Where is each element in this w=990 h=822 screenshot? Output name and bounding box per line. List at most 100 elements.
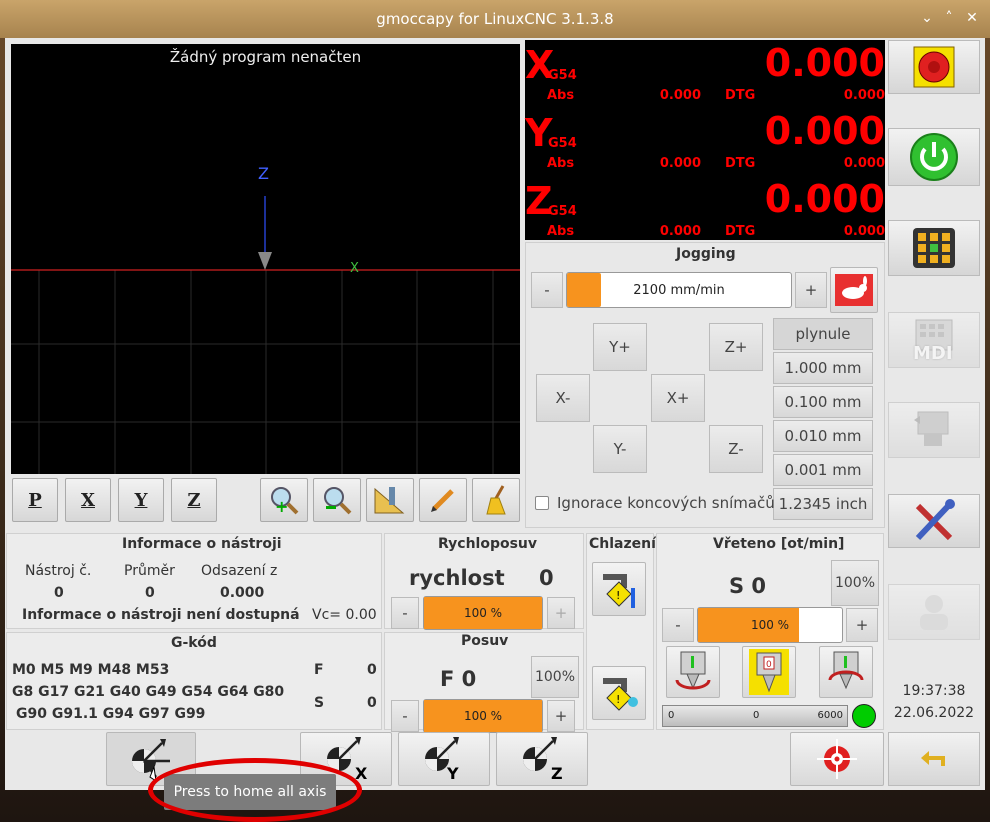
increment-continuous-button[interactable]: plynule bbox=[773, 318, 873, 350]
mist-coolant-button[interactable]: ! bbox=[592, 666, 646, 720]
spindle-minus-button[interactable]: - bbox=[662, 608, 694, 642]
touch-off-button[interactable] bbox=[790, 732, 884, 786]
measure-button[interactable] bbox=[366, 478, 414, 522]
feed-percent: 100 % bbox=[463, 709, 503, 723]
jog-y-plus-label: Y+ bbox=[609, 338, 631, 356]
spindle-reverse-icon bbox=[828, 651, 864, 690]
tool-info-message: Informace o nástroji není dostupná bbox=[22, 607, 300, 623]
jog-speed-minus-label: - bbox=[544, 281, 550, 299]
increment-0-001mm-button[interactable]: 0.001 mm bbox=[773, 454, 873, 486]
increment-1mm-label: 1.000 mm bbox=[784, 359, 862, 377]
back-button[interactable] bbox=[888, 732, 980, 786]
settings-button[interactable] bbox=[888, 494, 980, 548]
rapid-plus-label: + bbox=[554, 604, 568, 622]
z-axis-label: Z bbox=[258, 164, 269, 183]
view-x-button[interactable]: X bbox=[65, 478, 111, 522]
spindle-100-button[interactable]: 100% bbox=[831, 560, 879, 606]
jog-z-minus-button[interactable]: Z- bbox=[709, 425, 763, 473]
auto-mode-button[interactable] bbox=[888, 402, 980, 458]
zoom-in-button[interactable]: + bbox=[260, 478, 308, 522]
clear-plot-button[interactable] bbox=[472, 478, 520, 522]
dro-z-abs-label: Abs bbox=[547, 224, 575, 239]
rapid-plus-button[interactable]: + bbox=[547, 597, 575, 629]
tools-icon bbox=[915, 499, 955, 541]
svg-text:+: + bbox=[275, 497, 288, 516]
ignore-limits-checkbox[interactable] bbox=[535, 496, 549, 510]
home-z-button[interactable]: Z bbox=[496, 732, 588, 786]
dro-z-abs-value: 0.000 bbox=[659, 224, 701, 239]
rapid-percent: 100 % bbox=[463, 606, 503, 620]
increment-0-001mm-label: 0.001 mm bbox=[784, 461, 862, 479]
edit-button[interactable] bbox=[419, 478, 467, 522]
flood-coolant-icon: ! bbox=[603, 574, 635, 608]
power-icon bbox=[910, 133, 958, 181]
spindle-reverse-button[interactable] bbox=[819, 646, 873, 698]
spindle-minus-label: - bbox=[675, 616, 681, 634]
jog-x-plus-button[interactable]: X+ bbox=[651, 374, 705, 422]
jog-y-minus-label: Y- bbox=[613, 440, 627, 458]
chevron-up-icon[interactable]: ˄ bbox=[940, 9, 958, 27]
back-arrow-icon bbox=[921, 751, 945, 766]
spindle-stop-button[interactable]: 0 bbox=[742, 646, 796, 698]
tool-info-title: Informace o nástroji bbox=[122, 536, 282, 552]
gcode-f-value: 0 bbox=[367, 662, 377, 678]
spindle-stop-icon: 0 bbox=[749, 649, 789, 695]
gcode-line-1: M0 M5 M9 M48 M53 bbox=[12, 662, 170, 678]
dro-y-abs-value: 0.000 bbox=[659, 156, 701, 171]
feed-100-label: 100% bbox=[534, 669, 576, 685]
clock-date: 22.06.2022 bbox=[893, 705, 975, 721]
jog-y-minus-button[interactable]: Y- bbox=[593, 425, 647, 473]
feed-slider[interactable]: 100 % bbox=[423, 699, 543, 733]
preview-grid bbox=[11, 196, 520, 474]
user-tabs-button[interactable] bbox=[888, 584, 980, 640]
spindle-title: Vřeteno [ot/min] bbox=[713, 536, 845, 552]
jog-speed-plus-label: + bbox=[804, 281, 818, 299]
gcode-line-2: G8 G17 G21 G40 G49 G54 G64 G80 bbox=[12, 684, 285, 700]
turtle-rabbit-button[interactable] bbox=[830, 267, 878, 313]
zoom-out-button[interactable] bbox=[313, 478, 361, 522]
feed-plus-button[interactable]: + bbox=[547, 700, 575, 732]
tool-diameter-header: Průměr bbox=[124, 563, 175, 579]
jog-z-plus-button[interactable]: Z+ bbox=[709, 323, 763, 371]
view-y-button[interactable]: Y bbox=[118, 478, 164, 522]
view-p-button[interactable]: P bbox=[12, 478, 58, 522]
jog-speed-slider[interactable]: 2100 mm/min bbox=[566, 272, 792, 308]
jog-y-plus-button[interactable]: Y+ bbox=[593, 323, 647, 371]
dro-x-abs-label: Abs bbox=[547, 88, 575, 103]
spindle-at-speed-led bbox=[852, 704, 876, 728]
dro-x-abs-value: 0.000 bbox=[659, 88, 701, 103]
jog-speed-plus-button[interactable]: + bbox=[795, 272, 827, 308]
dro-x-dtg-value: 0.000 bbox=[843, 88, 885, 103]
feed-label: F 0 bbox=[440, 667, 477, 691]
flood-coolant-button[interactable]: ! bbox=[592, 562, 646, 616]
feed-100-button[interactable]: 100% bbox=[531, 656, 579, 698]
increment-continuous-label: plynule bbox=[795, 325, 851, 343]
increment-0-1mm-button[interactable]: 0.100 mm bbox=[773, 386, 873, 418]
manual-mode-button[interactable] bbox=[888, 220, 980, 276]
home-y-button[interactable]: Y bbox=[398, 732, 490, 786]
increment-inch-button[interactable]: 1.2345 inch bbox=[773, 488, 873, 520]
chevron-down-icon[interactable]: ⌄ bbox=[918, 9, 936, 27]
feed-minus-button[interactable]: - bbox=[391, 700, 419, 732]
spindle-slider[interactable]: 100 % bbox=[697, 607, 843, 643]
machine-power-button[interactable] bbox=[888, 128, 980, 186]
increment-1mm-button[interactable]: 1.000 mm bbox=[773, 352, 873, 384]
spindle-plus-button[interactable]: + bbox=[846, 608, 878, 642]
mdi-mode-button[interactable]: MDI bbox=[888, 312, 980, 368]
estop-button[interactable] bbox=[888, 40, 980, 94]
target-icon bbox=[817, 739, 857, 779]
rapid-minus-button[interactable]: - bbox=[391, 597, 419, 629]
gcode-preview[interactable]: Žádný program nenačten Z X bbox=[11, 44, 520, 474]
increment-0-01mm-button[interactable]: 0.010 mm bbox=[773, 420, 873, 452]
spindle-forward-button[interactable] bbox=[666, 646, 720, 698]
rapid-slider[interactable]: 100 % bbox=[423, 596, 543, 630]
ignore-limits-label: Ignorace koncových snímačů bbox=[557, 494, 775, 512]
tool-offset-header: Odsazení z bbox=[201, 563, 278, 579]
view-z-button[interactable]: Z bbox=[171, 478, 217, 522]
jog-x-minus-button[interactable]: X- bbox=[536, 374, 590, 422]
gcode-line-3: G90 G91.1 G94 G97 G99 bbox=[16, 706, 206, 722]
close-icon[interactable]: ✕ bbox=[963, 9, 981, 27]
zoom-out-icon bbox=[324, 487, 352, 515]
spindle-bar-min: 0 bbox=[668, 710, 675, 721]
jog-speed-minus-button[interactable]: - bbox=[531, 272, 563, 308]
